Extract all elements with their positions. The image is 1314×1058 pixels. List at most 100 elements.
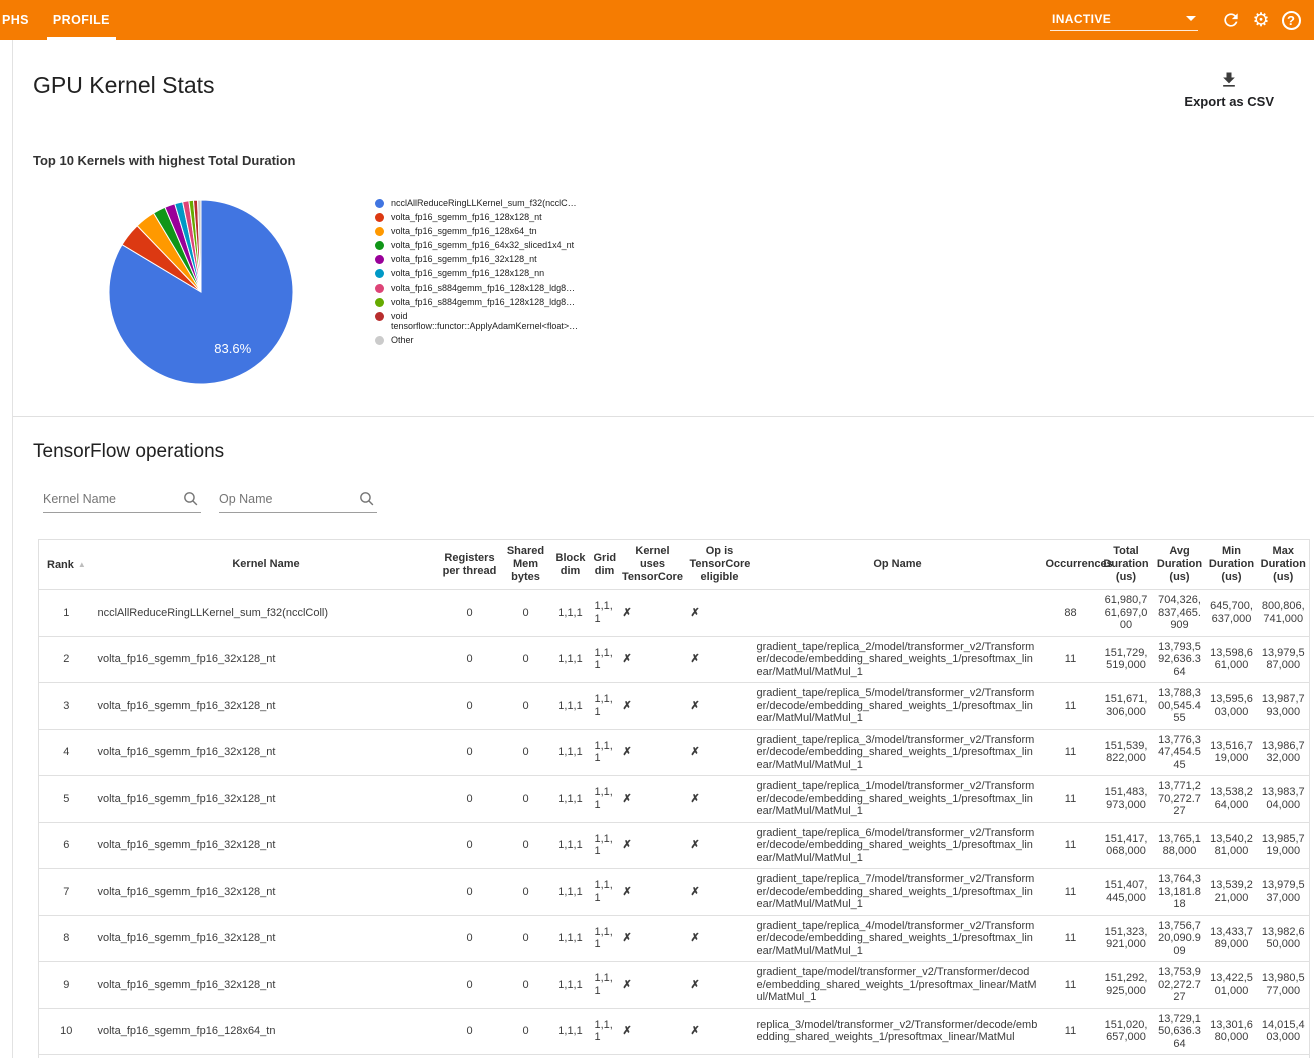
- cell-op_name: gradient_tape/replica_1/model/transforme…: [753, 776, 1043, 823]
- column-header-kernel_tc[interactable]: Kernel uses TensorCore: [619, 540, 687, 590]
- cell-block_dim: 1,1,1: [551, 636, 591, 683]
- column-header-rank[interactable]: Rank▲: [39, 540, 94, 590]
- cell-shared_mem: 0: [501, 683, 551, 730]
- cell-grid_dim: 1,1,1: [591, 683, 619, 730]
- column-header-op_tc[interactable]: Op is TensorCore eligible: [687, 540, 753, 590]
- app-bar-controls: INACTIVE ⚙ ?: [1050, 0, 1314, 40]
- cell-total: 151,020,657,000: [1099, 1008, 1154, 1055]
- column-header-avg[interactable]: Avg Duration (us): [1154, 540, 1206, 590]
- cell-grid_dim: 1,1,1: [591, 776, 619, 823]
- cell-block_dim: 1,1,1: [551, 962, 591, 1009]
- cell-avg: 13,756,720,090.909: [1154, 915, 1206, 962]
- cell-occurrences: 11: [1043, 683, 1099, 730]
- cell-rank: 2: [39, 636, 94, 683]
- legend-label: void tensorflow::functor::ApplyAdamKerne…: [391, 311, 577, 332]
- legend-item: volta_fp16_s884gemm_fp16_128x128_ldg8…: [375, 297, 577, 308]
- cell-rank: 9: [39, 962, 94, 1009]
- cell-total: 151,407,445,000: [1099, 869, 1154, 916]
- tab-profile[interactable]: PROFILE: [39, 0, 124, 40]
- cell-rank: 7: [39, 869, 94, 916]
- cell-op_tc: ✗: [687, 915, 753, 962]
- cell-shared_mem: 0: [501, 869, 551, 916]
- cell-max: 13,983,704,000: [1258, 776, 1310, 823]
- cell-kernel_tc: ✗: [619, 1008, 687, 1055]
- cell-rank: 11: [39, 1055, 94, 1058]
- cell-block_dim: 1,1,1: [551, 1055, 591, 1058]
- cell-grid_dim: 1,1,1: [591, 915, 619, 962]
- section-title: TensorFlow operations: [33, 433, 1298, 463]
- pie-slice-label: 83.6%: [214, 341, 251, 356]
- cell-total: 151,292,925,000: [1099, 962, 1154, 1009]
- cell-min: 13,540,281,000: [1206, 822, 1258, 869]
- column-header-grid_dim[interactable]: Grid dim: [591, 540, 619, 590]
- cell-block_dim: 1,1,1: [551, 869, 591, 916]
- cell-rank: 4: [39, 729, 94, 776]
- cell-avg: 13,753,902,272.727: [1154, 962, 1206, 1009]
- cell-shared_mem: 0: [501, 1008, 551, 1055]
- cell-min: 13,300,679,000: [1206, 1055, 1258, 1058]
- cell-rank: 8: [39, 915, 94, 962]
- legend-label: volta_fp16_s884gemm_fp16_128x128_ldg8…: [391, 283, 575, 294]
- cell-grid_dim: 1,1,1: [591, 869, 619, 916]
- column-header-registers[interactable]: Registers per thread: [439, 540, 501, 590]
- column-header-occurrences[interactable]: Occurrences: [1043, 540, 1099, 590]
- cell-block_dim: 1,1,1: [551, 729, 591, 776]
- cell-kernel_tc: ✗: [619, 729, 687, 776]
- column-header-op_name[interactable]: Op Name: [753, 540, 1043, 590]
- cell-block_dim: 1,1,1: [551, 590, 591, 637]
- column-header-kernel[interactable]: Kernel Name: [94, 540, 439, 590]
- cell-grid_dim: 1,1,1: [591, 1008, 619, 1055]
- cell-total: 151,323,921,000: [1099, 915, 1154, 962]
- gpu-kernel-stats-section: GPU Kernel Stats Export as CSV Top 10 Ke…: [13, 40, 1314, 396]
- run-selector[interactable]: INACTIVE: [1050, 10, 1198, 31]
- legend-label: Other: [391, 335, 414, 346]
- cell-rank: 6: [39, 822, 94, 869]
- cell-max: 800,806,741,000: [1258, 590, 1310, 637]
- cell-registers: 0: [439, 683, 501, 730]
- cell-max: 13,980,577,000: [1258, 962, 1310, 1009]
- cell-kernel: volta_fp16_sgemm_fp16_32x128_nt: [94, 636, 439, 683]
- gear-icon: ⚙: [1252, 11, 1269, 30]
- pie-chart-block: 83.6% ncclAllReduceRingLLKernel_sum_f32(…: [33, 196, 1296, 396]
- legend-color-dot: [375, 199, 384, 208]
- cell-avg: 13,776,347,454.545: [1154, 729, 1206, 776]
- help-button[interactable]: ?: [1276, 5, 1306, 35]
- legend-color-dot: [375, 255, 384, 264]
- legend-color-dot: [375, 241, 384, 250]
- table-filters: [43, 489, 1298, 513]
- search-icon: [358, 490, 375, 507]
- legend-color-dot: [375, 312, 384, 321]
- op-name-input[interactable]: [219, 489, 377, 513]
- table-row: 7volta_fp16_sgemm_fp16_32x128_nt001,1,11…: [39, 869, 1310, 916]
- column-header-min[interactable]: Min Duration (us): [1206, 540, 1258, 590]
- cell-kernel: volta_fp16_sgemm_fp16_32x128_nt: [94, 683, 439, 730]
- tensorflow-operations-section: TensorFlow operations: [13, 416, 1314, 1058]
- export-csv-button[interactable]: Export as CSV: [1184, 58, 1274, 109]
- cell-grid_dim: 1,1,1: [591, 729, 619, 776]
- refresh-button[interactable]: [1216, 5, 1246, 35]
- legend-color-dot: [375, 213, 384, 222]
- settings-button[interactable]: ⚙: [1246, 5, 1276, 35]
- cell-kernel_tc: ✗: [619, 915, 687, 962]
- cell-registers: 0: [439, 869, 501, 916]
- cell-op_tc: ✗: [687, 962, 753, 1009]
- cell-min: 13,433,789,000: [1206, 915, 1258, 962]
- cell-rank: 5: [39, 776, 94, 823]
- column-header-block_dim[interactable]: Block dim: [551, 540, 591, 590]
- column-header-max[interactable]: Max Duration (us): [1258, 540, 1310, 590]
- table-row: 10volta_fp16_sgemm_fp16_128x64_tn001,1,1…: [39, 1008, 1310, 1055]
- legend-label: ncclAllReduceRingLLKernel_sum_f32(ncclC…: [391, 198, 577, 209]
- column-header-shared_mem[interactable]: Shared Mem bytes: [501, 540, 551, 590]
- tab-graphs-partial[interactable]: PHS: [0, 0, 39, 40]
- cell-registers: 0: [439, 962, 501, 1009]
- cell-kernel_tc: ✗: [619, 776, 687, 823]
- cell-rank: 3: [39, 683, 94, 730]
- cell-kernel: volta_fp16_sgemm_fp16_128x64_tn: [94, 1055, 439, 1058]
- cell-op_name: [753, 590, 1043, 637]
- cell-registers: 0: [439, 729, 501, 776]
- cell-total: 61,980,761,697,000: [1099, 590, 1154, 637]
- cell-shared_mem: 0: [501, 729, 551, 776]
- cell-block_dim: 1,1,1: [551, 822, 591, 869]
- column-header-total[interactable]: Total Duration (us): [1099, 540, 1154, 590]
- kernel-name-input[interactable]: [43, 489, 201, 513]
